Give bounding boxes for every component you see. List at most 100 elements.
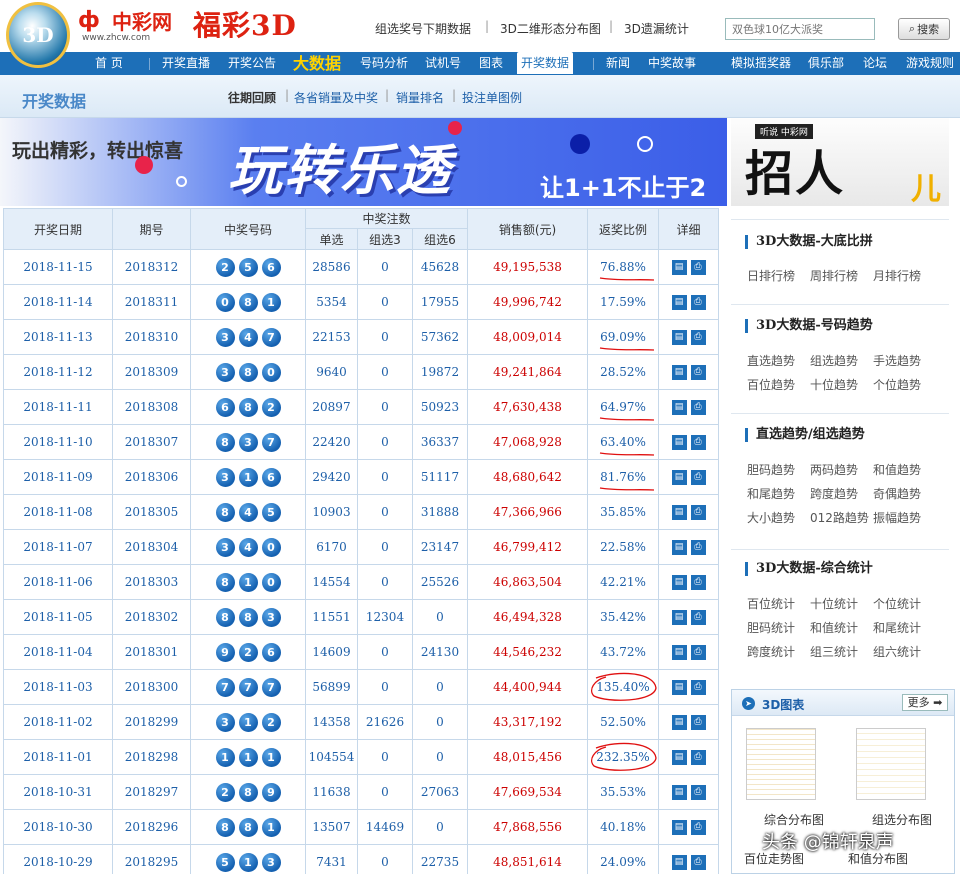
zhcw-logo-icon[interactable]: ф — [78, 8, 112, 34]
side-link-big-small-trend[interactable]: 大小趋势 — [747, 509, 795, 526]
side-link-direct-trend[interactable]: 直选趋势 — [747, 352, 795, 369]
nav-club[interactable]: 俱乐部 — [808, 52, 844, 75]
doc-icon[interactable]: ▤ — [671, 854, 687, 870]
side-link-odd-even-trend[interactable]: 奇偶趋势 — [873, 485, 921, 502]
logo-ball[interactable]: 3D — [6, 2, 70, 68]
number-ball: 1 — [261, 747, 281, 767]
side-link-sum-tail-stats[interactable]: 和尾统计 — [873, 619, 921, 636]
chart-label-overall[interactable]: 综合分布图 — [764, 811, 824, 828]
search-button[interactable]: ⌕ 搜索 — [898, 18, 950, 40]
print-icon[interactable]: ⎙ — [690, 259, 706, 275]
doc-icon[interactable]: ▤ — [671, 364, 687, 380]
cell-sales: 47,068,928 — [467, 424, 588, 460]
side-link-tens-stats[interactable]: 十位统计 — [810, 595, 858, 612]
side-link-two-code-trend[interactable]: 两码趋势 — [810, 461, 858, 478]
search-input[interactable] — [725, 18, 875, 40]
brand-name[interactable]: 中彩网 — [112, 6, 172, 35]
print-icon[interactable]: ⎙ — [690, 434, 706, 450]
nav-home[interactable]: 首 页 — [95, 52, 123, 75]
print-icon[interactable]: ⎙ — [690, 714, 706, 730]
print-icon[interactable]: ⎙ — [690, 539, 706, 555]
side-link-tens-trend[interactable]: 十位趋势 — [810, 376, 858, 393]
nav-charts[interactable]: 图表 — [479, 52, 503, 75]
side-link-manual-trend[interactable]: 手选趋势 — [873, 352, 921, 369]
doc-icon[interactable]: ▤ — [671, 329, 687, 345]
doc-icon[interactable]: ▤ — [671, 714, 687, 730]
side-link-group6-stats[interactable]: 组六统计 — [873, 643, 921, 660]
nav-winning-stories[interactable]: 中奖故事 — [648, 52, 696, 75]
print-icon[interactable]: ⎙ — [690, 644, 706, 660]
print-icon[interactable]: ⎙ — [690, 574, 706, 590]
print-icon[interactable]: ⎙ — [690, 784, 706, 800]
print-icon[interactable]: ⎙ — [690, 819, 706, 835]
nav-draw-data[interactable]: 开奖数据 — [517, 52, 574, 74]
more-button[interactable]: 更多 ➡ — [902, 694, 948, 711]
sub-link-province-sales[interactable]: 各省销量及中奖 — [294, 89, 378, 106]
top-link-missing-stats[interactable]: 3D遗漏统计 — [624, 20, 689, 37]
side-link-hundreds-trend[interactable]: 百位趋势 — [747, 376, 795, 393]
doc-icon[interactable]: ▤ — [671, 259, 687, 275]
nav-forum[interactable]: 论坛 — [863, 52, 887, 75]
side-link-units-trend[interactable]: 个位趋势 — [873, 376, 921, 393]
print-icon[interactable]: ⎙ — [690, 749, 706, 765]
side-link-012-trend[interactable]: 012路趋势 — [810, 509, 869, 526]
print-icon[interactable]: ⎙ — [690, 294, 706, 310]
side-link-hundreds-stats[interactable]: 百位统计 — [747, 595, 795, 612]
doc-icon[interactable]: ▤ — [671, 504, 687, 520]
print-icon[interactable]: ⎙ — [690, 854, 706, 870]
print-icon[interactable]: ⎙ — [690, 504, 706, 520]
nav-announcement[interactable]: 开奖公告 — [228, 52, 276, 75]
top-link-group-next[interactable]: 组选奖号下期数据 — [375, 20, 471, 37]
side-link-sum-tail-trend[interactable]: 和尾趋势 — [747, 485, 795, 502]
nav-rules[interactable]: 游戏规则 — [906, 52, 954, 75]
print-icon[interactable]: ⎙ — [690, 399, 706, 415]
side-link-sum-stats[interactable]: 和值统计 — [810, 619, 858, 636]
chart-thumb-overall[interactable] — [746, 728, 816, 800]
sub-link-ticket-legend[interactable]: 投注单图例 — [462, 89, 522, 106]
side-link-amplitude-trend[interactable]: 振幅趋势 — [873, 509, 921, 526]
doc-icon[interactable]: ▤ — [671, 469, 687, 485]
print-icon[interactable]: ⎙ — [690, 364, 706, 380]
side-link-daily-rank[interactable]: 日排行榜 — [747, 267, 795, 284]
print-icon[interactable]: ⎙ — [690, 469, 706, 485]
doc-icon[interactable]: ▤ — [671, 819, 687, 835]
nav-news[interactable]: 新闻 — [606, 52, 630, 75]
nav-big-data[interactable]: 大数据 — [293, 52, 341, 75]
side-link-dan-stats[interactable]: 胆码统计 — [747, 619, 795, 636]
doc-icon[interactable]: ▤ — [671, 679, 687, 695]
sub-link-sales-rank[interactable]: 销量排名 — [396, 89, 444, 106]
doc-icon[interactable]: ▤ — [671, 574, 687, 590]
sub-link-history[interactable]: 往期回顾 — [228, 89, 276, 106]
doc-icon[interactable]: ▤ — [671, 539, 687, 555]
nav-number-analysis[interactable]: 号码分析 — [360, 52, 408, 75]
nav-live-draw[interactable]: 开奖直播 — [162, 52, 210, 75]
side-link-dan-trend[interactable]: 胆码趋势 — [747, 461, 795, 478]
doc-icon[interactable]: ▤ — [671, 434, 687, 450]
side-link-group3-stats[interactable]: 组三统计 — [810, 643, 858, 660]
promo-banner[interactable]: 玩出精彩，转出惊喜 玩转乐透 让1+1不止于2 — [0, 118, 727, 206]
top-link-2d-chart[interactable]: 3D二维形态分布图 — [500, 20, 601, 37]
doc-icon[interactable]: ▤ — [671, 749, 687, 765]
nav-simulator[interactable]: 模拟摇奖器 — [731, 52, 791, 75]
doc-icon[interactable]: ▤ — [671, 399, 687, 415]
doc-icon[interactable]: ▤ — [671, 294, 687, 310]
side-link-group-trend[interactable]: 组选趋势 — [810, 352, 858, 369]
side-link-sum-trend[interactable]: 和值趋势 — [873, 461, 921, 478]
doc-icon[interactable]: ▤ — [671, 609, 687, 625]
chart-thumb-group[interactable] — [856, 728, 926, 800]
side-link-span-stats[interactable]: 跨度统计 — [747, 643, 795, 660]
doc-icon[interactable]: ▤ — [671, 644, 687, 660]
banner-red-dot — [135, 156, 153, 174]
side-link-monthly-rank[interactable]: 月排行榜 — [873, 267, 921, 284]
print-icon[interactable]: ⎙ — [690, 329, 706, 345]
print-icon[interactable]: ⎙ — [690, 679, 706, 695]
recruit-banner[interactable]: 听说 中彩网 招人 儿 — [731, 118, 949, 206]
product-title[interactable]: 福彩3D — [193, 4, 297, 44]
side-link-weekly-rank[interactable]: 周排行榜 — [810, 267, 858, 284]
chart-label-group[interactable]: 组选分布图 — [872, 811, 932, 828]
nav-test-number[interactable]: 试机号 — [425, 52, 461, 75]
side-link-span-trend[interactable]: 跨度趋势 — [810, 485, 858, 502]
print-icon[interactable]: ⎙ — [690, 609, 706, 625]
side-link-units-stats[interactable]: 个位统计 — [873, 595, 921, 612]
doc-icon[interactable]: ▤ — [671, 784, 687, 800]
